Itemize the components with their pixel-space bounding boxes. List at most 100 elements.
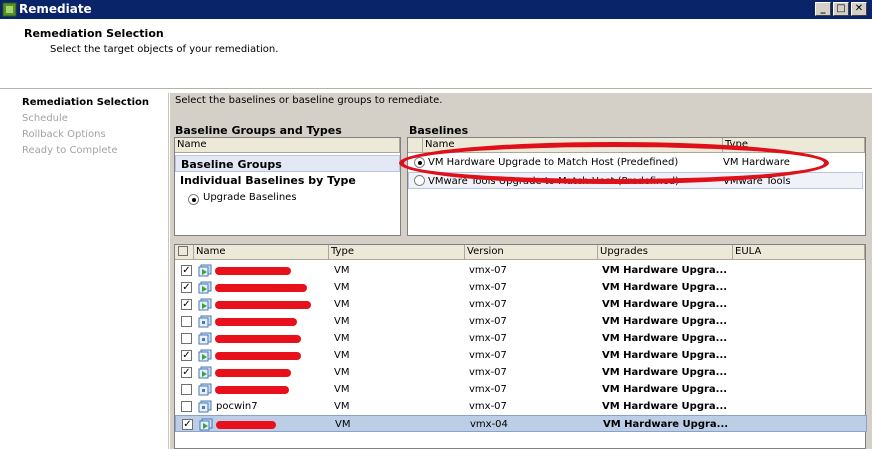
redaction-mark bbox=[215, 318, 297, 326]
vm-checkbox[interactable]: ✓ bbox=[181, 282, 192, 293]
vm-name: pocwin7 bbox=[216, 401, 258, 412]
select-all-checkbox[interactable] bbox=[178, 246, 188, 256]
vm-version: vmx-07 bbox=[469, 401, 507, 412]
column-header-select[interactable] bbox=[408, 138, 423, 153]
vm-checkbox[interactable]: ✓ bbox=[181, 299, 192, 310]
vm-version: vmx-07 bbox=[469, 299, 507, 310]
vm-type: VM bbox=[334, 316, 350, 327]
redaction-mark bbox=[215, 335, 301, 343]
maximize-button[interactable]: □ bbox=[833, 2, 849, 16]
vm-version: vmx-07 bbox=[469, 350, 507, 361]
virtual-machine-icon bbox=[198, 332, 212, 345]
vm-upgrades: VM Hardware Upgra... bbox=[602, 333, 728, 344]
baseline-groups-tree: Name Baseline Groups Individual Baseline… bbox=[174, 137, 401, 236]
column-header-eula[interactable]: EULA bbox=[733, 245, 865, 260]
virtual-machine-icon bbox=[198, 366, 212, 379]
vsphere-app-icon bbox=[2, 2, 17, 17]
column-header-vm-name[interactable]: Name bbox=[194, 245, 329, 260]
baseline-radio[interactable] bbox=[414, 175, 425, 186]
step-remediation-selection[interactable]: Remediation Selection bbox=[22, 97, 149, 108]
table-row[interactable]: VM vmx-07 VM Hardware Upgra... bbox=[175, 313, 867, 330]
vm-checkbox[interactable]: ✓ bbox=[181, 265, 192, 276]
vm-upgrades: VM Hardware Upgra... bbox=[602, 367, 728, 378]
virtual-machine-icon bbox=[198, 349, 212, 362]
table-row[interactable]: ✓ VM vmx-04 VM Hardware Upgra... bbox=[175, 415, 867, 432]
vm-checkbox[interactable] bbox=[181, 384, 192, 395]
step-schedule: Schedule bbox=[22, 113, 68, 124]
vm-upgrades: VM Hardware Upgra... bbox=[602, 265, 728, 276]
vm-checkbox[interactable] bbox=[181, 401, 192, 412]
vm-type: VM bbox=[334, 401, 350, 412]
vm-checkbox[interactable]: ✓ bbox=[181, 367, 192, 378]
vm-checkbox[interactable]: ✓ bbox=[181, 350, 192, 361]
vm-upgrades: VM Hardware Upgra... bbox=[602, 384, 728, 395]
vm-version: vmx-07 bbox=[469, 384, 507, 395]
virtual-machine-icon bbox=[198, 383, 212, 396]
vm-upgrades: VM Hardware Upgra... bbox=[602, 299, 728, 310]
redaction-mark bbox=[215, 301, 311, 309]
table-row[interactable]: ✓ VM vmx-07 VM Hardware Upgra... bbox=[175, 296, 867, 313]
vm-upgrades: VM Hardware Upgra... bbox=[602, 316, 728, 327]
vm-upgrades: VM Hardware Upgra... bbox=[602, 282, 728, 293]
vm-type: VM bbox=[335, 419, 351, 430]
column-header-name[interactable]: Name bbox=[175, 138, 400, 153]
redaction-mark bbox=[215, 352, 301, 360]
virtual-machine-icon bbox=[198, 281, 212, 294]
vm-type: VM bbox=[334, 384, 350, 395]
wizard-header: Remediation Selection Select the target … bbox=[0, 19, 872, 89]
table-row[interactable]: VM vmx-07 VM Hardware Upgra... bbox=[175, 330, 867, 347]
vm-type: VM bbox=[334, 265, 350, 276]
virtual-machine-icon bbox=[198, 315, 212, 328]
vm-type: VM bbox=[334, 282, 350, 293]
individual-baselines-item[interactable]: Individual Baselines by Type bbox=[175, 172, 400, 189]
vm-table: Name Type Version Upgrades EULA ✓ VM vmx-0… bbox=[174, 244, 867, 449]
vm-upgrades: VM Hardware Upgra... bbox=[602, 350, 728, 361]
step-rollback-options: Rollback Options bbox=[22, 129, 106, 140]
column-header-vm-type[interactable]: Type bbox=[329, 245, 465, 260]
virtual-machine-icon bbox=[198, 264, 212, 277]
redaction-mark bbox=[215, 267, 291, 275]
vm-version: vmx-07 bbox=[469, 282, 507, 293]
annotation-ellipse bbox=[399, 142, 829, 184]
redaction-mark bbox=[215, 369, 291, 377]
vm-upgrades: VM Hardware Upgra... bbox=[602, 401, 728, 412]
vm-type: VM bbox=[334, 333, 350, 344]
upgrade-baselines-label[interactable]: Upgrade Baselines bbox=[198, 189, 297, 206]
table-row[interactable]: ✓ VM vmx-07 VM Hardware Upgra... bbox=[175, 262, 867, 279]
vm-checkbox[interactable] bbox=[181, 316, 192, 327]
baselines-title: Baselines bbox=[409, 124, 469, 137]
vm-type: VM bbox=[334, 350, 350, 361]
redaction-mark bbox=[216, 421, 276, 429]
vm-type: VM bbox=[334, 367, 350, 378]
virtual-machine-icon bbox=[198, 298, 212, 311]
redaction-mark bbox=[215, 284, 307, 292]
vm-version: vmx-07 bbox=[469, 265, 507, 276]
baseline-groups-title: Baseline Groups and Types bbox=[175, 124, 342, 137]
baseline-groups-item[interactable]: Baseline Groups bbox=[175, 155, 400, 172]
vm-upgrades: VM Hardware Upgra... bbox=[603, 419, 729, 430]
vm-version: vmx-04 bbox=[470, 419, 508, 430]
close-button[interactable]: ✕ bbox=[851, 2, 867, 16]
redaction-mark bbox=[215, 386, 289, 394]
table-row[interactable]: ✓ VM vmx-07 VM Hardware Upgra... bbox=[175, 279, 867, 296]
vm-checkbox[interactable] bbox=[181, 333, 192, 344]
vm-version: vmx-07 bbox=[469, 333, 507, 344]
column-header-version[interactable]: Version bbox=[465, 245, 598, 260]
table-row[interactable]: ✓ VM vmx-07 VM Hardware Upgra... bbox=[175, 347, 867, 364]
table-row[interactable]: ✓ VM vmx-07 VM Hardware Upgra... bbox=[175, 364, 867, 381]
vm-version: vmx-07 bbox=[469, 367, 507, 378]
virtual-machine-icon bbox=[198, 400, 212, 413]
instruction-text: Select the baselines or baseline groups … bbox=[175, 95, 443, 106]
column-header-upgrades[interactable]: Upgrades bbox=[598, 245, 733, 260]
virtual-machine-icon bbox=[199, 418, 213, 431]
column-header-checkbox[interactable] bbox=[175, 245, 194, 260]
table-row[interactable]: VM vmx-07 VM Hardware Upgra... bbox=[175, 381, 867, 398]
vm-type: VM bbox=[334, 299, 350, 310]
table-row[interactable]: pocwin7 VM vmx-07 VM Hardware Upgra... bbox=[175, 398, 867, 415]
title-bar: Remediate _ □ ✕ bbox=[0, 0, 872, 19]
page-subtitle: Select the target objects of your remedi… bbox=[50, 44, 279, 55]
window-title: Remediate bbox=[19, 2, 92, 16]
vm-checkbox[interactable]: ✓ bbox=[182, 419, 193, 430]
minimize-button[interactable]: _ bbox=[815, 2, 831, 16]
page-title: Remediation Selection bbox=[24, 27, 164, 40]
